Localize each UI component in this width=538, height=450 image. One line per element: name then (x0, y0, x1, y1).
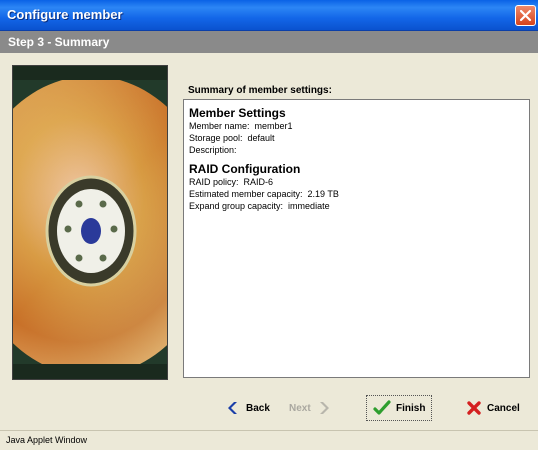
checkmark-icon (373, 400, 391, 415)
raid-policy-row: RAID policy: RAID-6 (189, 177, 274, 187)
back-label: Back (246, 402, 270, 414)
configure-member-window: Configure member Step 3 - Summary Summar… (0, 0, 538, 450)
cancel-button[interactable]: Cancel (466, 394, 520, 422)
button-bar: Back Next Finish Cancel (0, 390, 538, 430)
back-button[interactable]: Back (225, 394, 270, 422)
member-settings-heading: Member Settings (189, 106, 286, 120)
storage-pool-row: Storage pool: default (189, 133, 275, 143)
summary-label: Summary of member settings: (188, 85, 332, 96)
content-area: Summary of member settings: Member Setti… (0, 53, 538, 390)
close-button[interactable] (515, 5, 536, 26)
cancel-label: Cancel (487, 402, 520, 414)
description-row: Description: (189, 145, 237, 155)
status-bar: Java Applet Window (0, 430, 538, 450)
window-title: Configure member (7, 7, 123, 22)
estimated-capacity-row: Estimated member capacity: 2.19 TB (189, 189, 339, 199)
step-header: Step 3 - Summary (0, 31, 538, 53)
title-bar[interactable]: Configure member (0, 0, 538, 31)
finish-button[interactable]: Finish (366, 395, 433, 421)
finish-label: Finish (396, 402, 426, 414)
next-arrow-icon (319, 402, 329, 414)
summary-panel: Member Settings Member name: member1 Sto… (183, 99, 530, 378)
hard-disk-image (12, 65, 168, 380)
member-name-row: Member name: member1 (189, 121, 293, 131)
next-label: Next (289, 402, 311, 414)
back-arrow-icon (228, 402, 237, 414)
expand-capacity-row: Expand group capacity: immediate (189, 201, 330, 211)
step-title: Step 3 - Summary (8, 35, 110, 49)
cross-icon (467, 401, 481, 415)
close-icon (519, 9, 532, 22)
disk-illustration (13, 66, 167, 379)
status-text: Java Applet Window (6, 435, 88, 445)
next-button[interactable]: Next (289, 394, 332, 422)
raid-configuration-heading: RAID Configuration (189, 162, 301, 176)
